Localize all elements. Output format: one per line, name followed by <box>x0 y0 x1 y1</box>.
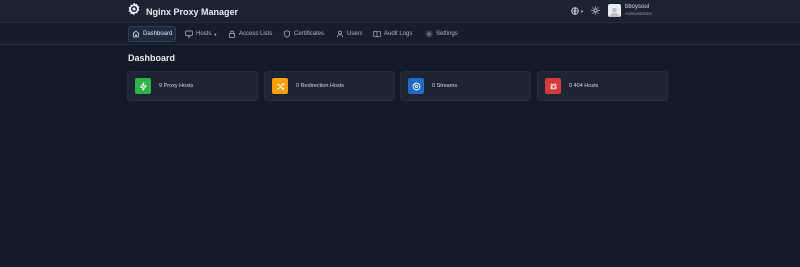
nav-item-label: Audit Logs <box>384 31 413 37</box>
shuffle-icon <box>276 82 285 91</box>
logo-icon <box>127 2 141 21</box>
bug-icon <box>549 82 558 91</box>
card-streams[interactable]: 0 Streams <box>400 71 531 101</box>
card-icon-box <box>545 78 561 94</box>
user-icon <box>336 30 347 38</box>
nav-item-label: Dashboard <box>143 31 173 37</box>
chevron-down-icon: ▼ <box>213 31 218 37</box>
nav-item-access-lists[interactable]: Access Lists <box>225 26 275 42</box>
book-icon <box>373 30 384 38</box>
theme-toggle[interactable] <box>591 6 600 15</box>
nav-item-label: Certificates <box>294 31 325 37</box>
nav-item-label: Users <box>347 31 363 37</box>
home-icon <box>132 30 143 38</box>
page-title: Dashboard <box>128 53 176 63</box>
nav-item-certificates[interactable]: Certificates <box>280 26 327 42</box>
lock-icon <box>228 30 239 38</box>
card-icon-box <box>408 78 424 94</box>
card-icon-box <box>135 78 151 94</box>
globe-icon <box>571 7 579 15</box>
nav-item-label: Settings <box>436 31 458 37</box>
nav-item-label: Hosts <box>196 31 212 37</box>
disc-icon <box>412 82 421 91</box>
card-label: 9 Proxy Hosts <box>159 83 194 89</box>
card-redirection-hosts[interactable]: 0 Redirection Hosts <box>264 71 395 101</box>
top-bar: Nginx Proxy Manager ▼ bboysoul Administr… <box>0 0 800 23</box>
gear-icon <box>425 30 436 38</box>
sun-icon <box>591 6 600 15</box>
app-title: Nginx Proxy Manager <box>146 6 239 17</box>
card-404-hosts[interactable]: 0 404 Hosts <box>537 71 668 101</box>
card-icon-box <box>272 78 288 94</box>
nav-item-label: Access Lists <box>239 31 273 37</box>
card-label: 0 Redirection Hosts <box>296 83 344 89</box>
card-proxy-hosts[interactable]: 9 Proxy Hosts <box>127 71 258 101</box>
chevron-down-icon: ▼ <box>580 8 584 14</box>
lightning-icon <box>139 81 148 91</box>
nav-item-dashboard[interactable]: Dashboard <box>128 26 177 42</box>
brand[interactable]: Nginx Proxy Manager <box>127 2 239 21</box>
avatar[interactable] <box>608 4 621 17</box>
nav-item-users[interactable]: Users <box>333 26 366 42</box>
user-name[interactable]: bboysoul <box>625 4 649 10</box>
card-label: 0 Streams <box>432 83 458 89</box>
shield-icon <box>283 30 294 38</box>
card-label: 0 404 Hosts <box>569 83 599 89</box>
main-nav: Dashboard Hosts ▼ Access Lists Certifica… <box>0 23 800 45</box>
language-selector[interactable]: ▼ <box>571 6 584 16</box>
nav-item-settings[interactable]: Settings <box>422 26 461 42</box>
monitor-icon <box>185 30 196 38</box>
nav-item-hosts[interactable]: Hosts ▼ <box>182 26 220 42</box>
nav-item-audit-logs[interactable]: Audit Logs <box>370 26 415 42</box>
user-role: Administrator <box>625 11 653 16</box>
